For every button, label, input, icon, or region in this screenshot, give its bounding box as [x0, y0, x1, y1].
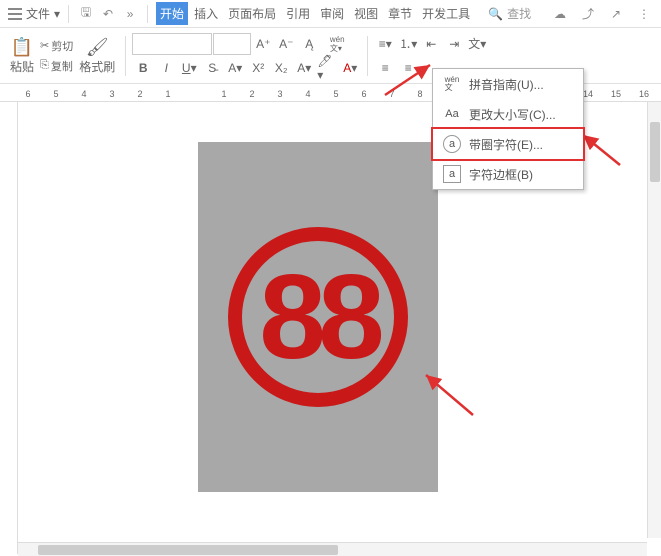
- brush-icon: 🖌: [86, 37, 109, 58]
- increase-indent-button[interactable]: ⇥: [443, 33, 465, 55]
- vertical-ruler[interactable]: [0, 102, 18, 554]
- underline-button[interactable]: U▾: [178, 57, 200, 79]
- annotation-arrow-icon: [418, 370, 478, 420]
- share-icon[interactable]: ⤴: [579, 5, 597, 23]
- pinyin-icon: wén文: [443, 75, 461, 93]
- tab-sections[interactable]: 章节: [384, 2, 416, 25]
- format-painter-label: 格式刷: [79, 58, 115, 75]
- annotation-arrow-icon: [380, 60, 440, 100]
- vertical-scrollbar[interactable]: [647, 102, 661, 538]
- document-page[interactable]: 88: [198, 142, 438, 492]
- separator: [367, 36, 368, 76]
- superscript-button[interactable]: X²: [247, 57, 269, 79]
- bullets-button[interactable]: ≡▾: [374, 33, 396, 55]
- strike-button[interactable]: S̵: [201, 57, 223, 79]
- decrease-font-button[interactable]: A⁻: [275, 33, 297, 55]
- tab-references[interactable]: 引用: [282, 2, 314, 25]
- copy-button[interactable]: ⎘复制: [40, 58, 73, 74]
- change-case-button[interactable]: A▾: [293, 57, 315, 79]
- scissors-icon: ✂: [40, 39, 49, 52]
- file-menu[interactable]: 文件 ▾: [8, 5, 60, 22]
- char-border-icon: a: [443, 165, 461, 183]
- decrease-indent-button[interactable]: ⇤: [420, 33, 442, 55]
- tab-view[interactable]: 视图: [350, 2, 382, 25]
- dropdown-char-border[interactable]: a 字符边框(B): [433, 159, 583, 189]
- scrollbar-thumb[interactable]: [650, 122, 660, 182]
- dropdown-change-case[interactable]: Aa 更改大小写(C)...: [433, 99, 583, 129]
- clipboard-icon: 📋: [11, 37, 33, 58]
- undo-icon[interactable]: ↶: [99, 5, 117, 23]
- font-name-select[interactable]: [132, 33, 212, 55]
- more-menu-icon[interactable]: ⋮: [635, 5, 653, 23]
- horizontal-scrollbar[interactable]: [18, 542, 647, 556]
- search-icon: 🔍: [488, 7, 503, 21]
- highlight-button[interactable]: 🖊▾: [316, 57, 338, 79]
- tab-review[interactable]: 审阅: [316, 2, 348, 25]
- title-bar: 文件 ▾ 🖫 ↶ » 开始 插入 页面布局 引用 审阅 视图 章节 开发工具 🔍…: [0, 0, 661, 28]
- save-icon[interactable]: 🖫: [77, 5, 95, 23]
- scrollbar-thumb[interactable]: [38, 545, 338, 555]
- more-icon[interactable]: »: [121, 5, 139, 23]
- titlebar-right-icons: ☁ ⤴ ↗ ⋮: [551, 5, 653, 23]
- search-placeholder: 查找: [507, 5, 531, 22]
- subscript-button[interactable]: X₂: [270, 57, 292, 79]
- phonetic-guide-button[interactable]: wén文▾: [321, 33, 353, 55]
- increase-font-button[interactable]: A⁺: [252, 33, 274, 55]
- bold-button[interactable]: B: [132, 57, 154, 79]
- paste-button[interactable]: 📋 粘贴: [6, 35, 38, 77]
- hamburger-icon: [8, 8, 22, 20]
- font-size-select[interactable]: [213, 33, 251, 55]
- text-direction-button[interactable]: 文▾: [466, 33, 488, 55]
- separator: [125, 36, 126, 76]
- dropdown-enclose-chars[interactable]: a 带圈字符(E)...: [431, 127, 585, 161]
- tab-devtools[interactable]: 开发工具: [418, 2, 474, 25]
- numbering-button[interactable]: ⒈▾: [397, 33, 419, 55]
- phonetic-dropdown: wén文 拼音指南(U)... Aa 更改大小写(C)... a 带圈字符(E)…: [432, 68, 584, 190]
- changecase-icon: Aa: [443, 105, 461, 123]
- enclose-icon: a: [443, 135, 461, 153]
- cloud-icon[interactable]: ☁: [551, 5, 569, 23]
- clear-format-button[interactable]: Ą: [298, 33, 320, 55]
- format-painter-button[interactable]: 🖌 格式刷: [75, 35, 119, 77]
- file-label: 文件: [26, 5, 50, 22]
- italic-button[interactable]: I: [155, 57, 177, 79]
- copy-icon: ⎘: [40, 59, 49, 72]
- cut-button[interactable]: ✂剪切: [40, 38, 73, 54]
- search-box[interactable]: 🔍 查找: [488, 5, 531, 22]
- dropdown-pinyin-guide[interactable]: wén文 拼音指南(U)...: [433, 69, 583, 99]
- export-icon[interactable]: ↗: [607, 5, 625, 23]
- enclosed-character[interactable]: 88: [228, 227, 408, 407]
- ribbon-tabs: 开始 插入 页面布局 引用 审阅 视图 章节 开发工具: [156, 2, 474, 25]
- tab-pagelayout[interactable]: 页面布局: [224, 2, 280, 25]
- tab-insert[interactable]: 插入: [190, 2, 222, 25]
- separator: [68, 5, 69, 23]
- tab-start[interactable]: 开始: [156, 2, 188, 25]
- chevron-down-icon: ▾: [54, 7, 60, 21]
- font-effect-button[interactable]: A▾: [224, 57, 246, 79]
- separator: [147, 5, 148, 23]
- font-color-button[interactable]: A▾: [339, 57, 361, 79]
- paste-label: 粘贴: [10, 58, 34, 75]
